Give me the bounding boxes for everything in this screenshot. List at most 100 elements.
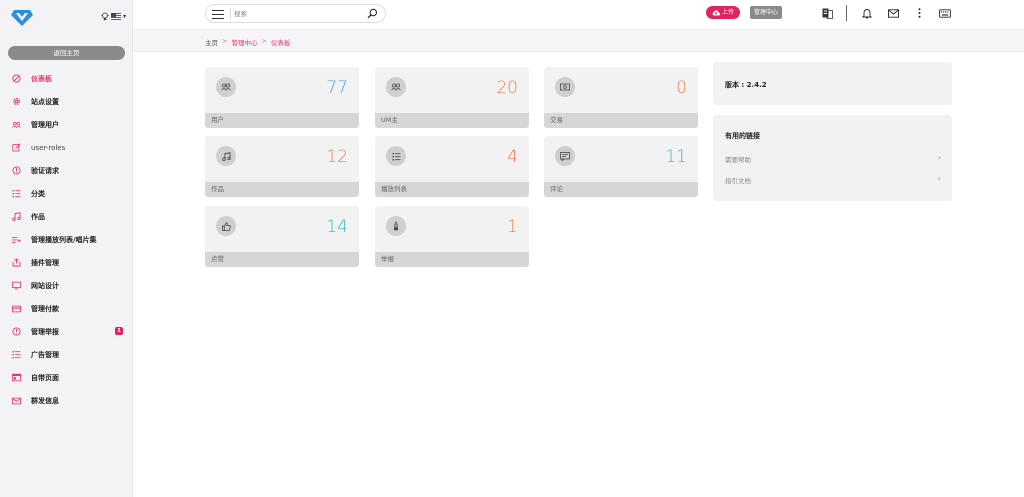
sidebar-item-verification[interactable]: 验证请求 (0, 159, 133, 182)
stat-label: UM主 (375, 113, 529, 128)
stat-card-playlists[interactable]: 4 播放列表 (375, 136, 529, 197)
breadcrumb-admin[interactable]: 管理中心 (231, 37, 257, 47)
stat-value: 20 (496, 78, 518, 98)
language-switch-icon[interactable] (821, 7, 833, 19)
stat-card-reports[interactable]: 1 举报 (375, 206, 529, 267)
hamburger-menu-icon[interactable] (212, 10, 224, 19)
sidebar-item-categories[interactable]: 分类 (0, 182, 133, 205)
breadcrumb-separator: > (222, 37, 228, 45)
notification-badge: 1 (115, 327, 123, 335)
sidebar-item-dashboard[interactable]: 仪表板 (0, 67, 133, 90)
sidebar-item-site-settings[interactable]: 站点设置 (0, 90, 133, 113)
breadcrumb-bar: 主页 > 管理中心 > 仪表板 (133, 30, 1024, 52)
comment-icon (555, 146, 575, 166)
top-header: 上传 管理中心 (133, 0, 1024, 30)
bell-icon[interactable] (861, 7, 873, 19)
stat-value: 14 (326, 217, 348, 237)
sidebar-item-playlists[interactable]: 管理播放列表/唱片集 (0, 228, 133, 251)
settings-gear-icon (12, 97, 21, 106)
stat-card-works[interactable]: 12 作品 (205, 136, 359, 197)
sidebar-item-user-roles[interactable]: user-roles (0, 136, 133, 159)
search-icon[interactable] (367, 8, 378, 19)
lightbulb-icon[interactable] (101, 12, 109, 21)
plugin-icon (12, 258, 21, 267)
stat-card-users[interactable]: 77 用户 (205, 67, 359, 128)
stat-label: 点赞 (205, 252, 359, 267)
stat-label: 用户 (205, 113, 359, 128)
language-flag-icon[interactable] (111, 13, 121, 20)
users-icon (216, 77, 236, 97)
playlist-icon (12, 235, 21, 244)
stat-card-artists[interactable]: 20 UM主 (375, 67, 529, 128)
sidebar-item-label: user-roles (31, 143, 66, 152)
link-docs[interactable]: 指引文档 › (725, 175, 941, 186)
home-button[interactable]: 返回主页 (8, 46, 125, 60)
sidebar-item-label: 分类 (31, 189, 45, 198)
sidebar-item-label: 自带页面 (31, 373, 59, 382)
breadcrumb-separator: > (261, 37, 267, 45)
sidebar-menu: 仪表板 站点设置 管理用户 user-roles 验证请求 分类 作品 管理播放… (0, 67, 133, 412)
breadcrumb-home[interactable]: 主页 (205, 37, 218, 47)
stat-card-transactions[interactable]: 0 交易 (544, 67, 698, 128)
admin-center-button[interactable]: 管理中心 (750, 6, 783, 19)
sidebar-item-reports[interactable]: 管理举报 1 (0, 320, 133, 343)
stat-value: 0 (676, 78, 687, 98)
upload-button[interactable]: 上传 (706, 6, 741, 19)
logo-tools: ▾ (101, 12, 126, 21)
sidebar-item-pages[interactable]: 自带页面 (0, 366, 133, 389)
search-bar (205, 4, 386, 23)
monitor-icon (12, 281, 21, 290)
sidebar-item-works[interactable]: 作品 (0, 205, 133, 228)
upload-label: 上传 (722, 9, 735, 16)
sidebar-item-mass-mail[interactable]: 群发信息 (0, 389, 133, 412)
search-input[interactable] (234, 8, 364, 20)
stat-label: 举报 (375, 252, 529, 267)
search-divider (230, 8, 231, 20)
stat-card-likes[interactable]: 14 点赞 (205, 206, 359, 267)
logo-diamond-icon[interactable] (11, 9, 33, 27)
music-note-icon (12, 212, 21, 221)
sidebar-item-label: 管理举报 (31, 327, 59, 336)
mail-icon[interactable] (887, 7, 899, 19)
sidebar-item-payments[interactable]: 管理付款 (0, 297, 133, 320)
keyboard-icon[interactable] (939, 7, 951, 19)
sidebar-item-plugins[interactable]: 插件管理 (0, 251, 133, 274)
chevron-down-icon[interactable]: ▾ (123, 13, 126, 20)
stat-card-comments[interactable]: 11 评论 (544, 136, 698, 197)
payment-icon (12, 304, 21, 313)
users-icon (12, 120, 21, 129)
list-icon (12, 189, 21, 198)
pages-icon (12, 373, 21, 382)
info-circle-icon (12, 166, 21, 175)
useful-links-title: 有用的链接 (725, 132, 760, 140)
thumbs-up-icon (216, 216, 236, 236)
stat-value: 77 (326, 78, 348, 98)
stat-label: 作品 (205, 182, 359, 197)
cloud-upload-icon (712, 9, 720, 15)
sidebar-item-site-design[interactable]: 网站设计 (0, 274, 133, 297)
stat-value: 12 (326, 147, 348, 167)
useful-links-panel: 有用的链接 需要帮助 › 指引文档 › (713, 115, 952, 201)
sidebar-item-label: 网站设计 (31, 281, 59, 290)
sidebar-item-label: 插件管理 (31, 258, 59, 267)
stat-value: 1 (507, 217, 518, 237)
flag-report-icon (386, 216, 406, 236)
header-separator (846, 5, 847, 21)
breadcrumb: 主页 > 管理中心 > 仪表板 (205, 37, 290, 47)
mail-icon (12, 396, 21, 405)
ads-list-icon (12, 350, 21, 359)
sidebar-item-ads[interactable]: 广告管理 (0, 343, 133, 366)
sidebar-item-label: 站点设置 (31, 97, 59, 106)
logo-row: ▾ (0, 0, 132, 36)
report-icon (12, 327, 21, 336)
sidebar-item-label: 广告管理 (31, 350, 59, 359)
link-label: 需要帮助 (725, 156, 751, 164)
link-need-help[interactable]: 需要帮助 › (725, 153, 941, 165)
sidebar-item-users[interactable]: 管理用户 (0, 113, 133, 136)
sidebar-item-label: 管理用户 (31, 120, 59, 129)
stat-value: 4 (507, 147, 518, 167)
sidebar-item-label: 验证请求 (31, 166, 59, 175)
money-icon (555, 77, 575, 97)
chevron-right-icon: › (937, 153, 941, 162)
more-vertical-icon[interactable] (913, 7, 925, 19)
